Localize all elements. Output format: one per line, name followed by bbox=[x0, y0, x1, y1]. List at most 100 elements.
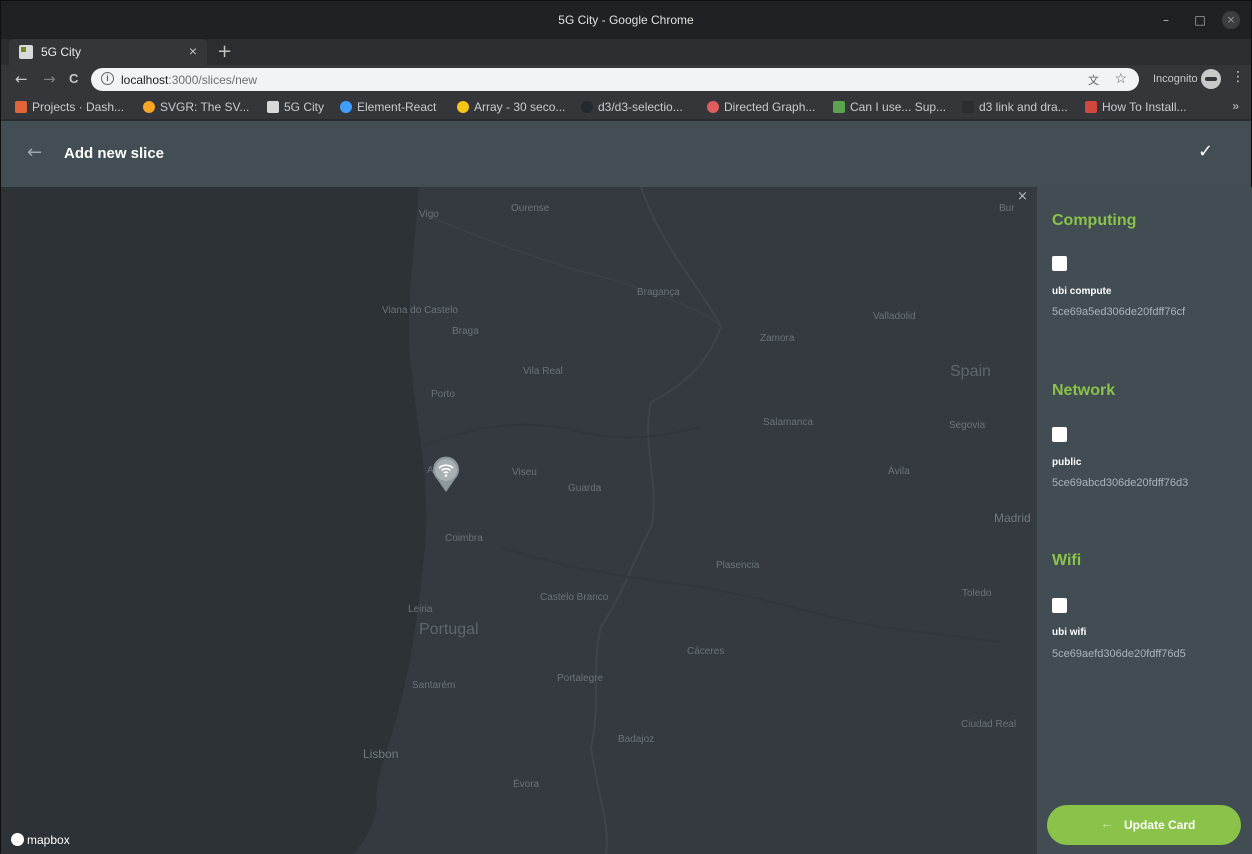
forward-arrow-icon[interactable]: → bbox=[43, 70, 56, 88]
window-title: 5G City - Google Chrome bbox=[558, 13, 694, 27]
map-place-label: Ourense bbox=[511, 203, 550, 214]
translate-icon[interactable]: 文 bbox=[1088, 72, 1099, 88]
wifi-marker-icon[interactable] bbox=[430, 455, 462, 493]
site-info-icon[interactable]: i bbox=[101, 72, 114, 85]
river bbox=[420, 423, 702, 448]
bookmark-star-icon[interactable]: ☆ bbox=[1114, 70, 1127, 87]
browser-window: 5G City - Google Chrome – □ × 5G City × … bbox=[0, 0, 1252, 854]
blank-page-icon bbox=[962, 101, 974, 113]
resource-id: 5ce69aefd306de20fdff76d5 bbox=[1052, 648, 1186, 660]
map-place-label: Zamora bbox=[760, 333, 795, 344]
close-window-button[interactable]: × bbox=[1222, 11, 1240, 29]
bookmark-item[interactable]: Can I use... Sup... bbox=[833, 100, 946, 114]
map-place-label: Plasencia bbox=[716, 560, 760, 571]
bookmark-item[interactable]: Array - 30 seco... bbox=[457, 100, 565, 114]
map-place-label: Leiria bbox=[408, 604, 433, 615]
github-icon bbox=[581, 101, 593, 113]
map-place-label: Valladolid bbox=[873, 311, 916, 322]
tab-label: 5G City bbox=[41, 45, 82, 59]
checkbox-ubi-wifi[interactable] bbox=[1052, 598, 1067, 613]
address-bar[interactable]: i localhost:3000/slices/new 文 ☆ bbox=[91, 68, 1139, 91]
arrow-left-icon: ← bbox=[1100, 815, 1114, 831]
map-place-label: Bur bbox=[999, 203, 1015, 214]
map-place-label: Porto bbox=[431, 389, 455, 400]
checkbox-public[interactable] bbox=[1052, 427, 1067, 442]
site-favicon-icon bbox=[19, 45, 33, 59]
bookmark-item[interactable]: SVGR: The SV... bbox=[143, 100, 249, 114]
incognito-label: Incognito bbox=[1153, 73, 1198, 85]
map-view[interactable]: × Vigo Ourense Bur Bragança Viana do Cas… bbox=[1, 187, 1037, 854]
map-place-label: Braga bbox=[452, 326, 479, 337]
graph-icon bbox=[707, 101, 719, 113]
map-place-label: Ávila bbox=[888, 466, 910, 477]
resource-id: 5ce69a5ed306de20fdff76cf bbox=[1052, 306, 1186, 318]
update-card-label: Update Card bbox=[1124, 818, 1196, 832]
new-tab-button[interactable]: + bbox=[217, 41, 232, 62]
confirm-check-icon[interactable]: ✓ bbox=[1198, 141, 1213, 162]
section-title-wifi: Wifi bbox=[1052, 552, 1082, 569]
map-place-label: Portugal bbox=[419, 621, 479, 638]
resource-id: 5ce69abcd306de20fdff76d3 bbox=[1052, 477, 1189, 489]
map-close-icon[interactable]: × bbox=[1017, 189, 1028, 204]
tab-5g-city[interactable]: 5G City × bbox=[9, 39, 207, 65]
map-place-label: Castelo Branco bbox=[540, 592, 609, 603]
section-title-network: Network bbox=[1052, 382, 1116, 399]
checkbox-ubi-compute[interactable] bbox=[1052, 256, 1067, 271]
map-place-label: Lisbon bbox=[363, 747, 399, 761]
map-place-label: Vigo bbox=[419, 209, 439, 220]
map-place-label: Salamanca bbox=[763, 417, 814, 428]
reload-icon[interactable]: C bbox=[69, 71, 78, 86]
map-place-label: Viana do Castelo bbox=[382, 305, 458, 316]
map-place-label: Vila Real bbox=[523, 366, 563, 377]
map-place-label: Bragança bbox=[637, 287, 680, 298]
map-place-label: Spain bbox=[950, 363, 991, 380]
title-bar: 5G City - Google Chrome – □ × bbox=[1, 1, 1251, 39]
bookmarks-bar: Projects · Dash... SVGR: The SV... 5G Ci… bbox=[1, 95, 1251, 120]
mapbox-logo[interactable]: mapbox bbox=[11, 833, 70, 847]
update-card-button[interactable]: ← Update Card bbox=[1047, 805, 1241, 845]
info-badge-icon bbox=[457, 101, 469, 113]
bookmark-item[interactable]: 5G City bbox=[267, 100, 324, 114]
doc-icon bbox=[1085, 101, 1097, 113]
bookmark-item[interactable]: d3/d3-selectio... bbox=[581, 100, 683, 114]
map-place-label: Ciudad Real bbox=[961, 719, 1017, 730]
bookmark-item[interactable]: Element-React bbox=[340, 100, 436, 114]
slice-options-panel: Computing ubi compute 5ce69a5ed306de20fd… bbox=[1037, 187, 1252, 854]
minimize-button[interactable]: – bbox=[1157, 11, 1175, 29]
map-place-label: Évora bbox=[513, 779, 540, 790]
browser-menu-icon[interactable]: ⋮ bbox=[1231, 69, 1245, 85]
bookmark-item[interactable]: d3 link and dra... bbox=[962, 100, 1068, 114]
page-title: Add new slice bbox=[64, 145, 165, 162]
url-host: localhost bbox=[121, 73, 169, 87]
more-bookmarks-icon[interactable]: » bbox=[1232, 99, 1239, 113]
map-place-label: Viseu bbox=[512, 467, 537, 478]
browser-toolbar: ← → C i localhost:3000/slices/new 文 ☆ In… bbox=[1, 65, 1251, 95]
map-place-label: Madrid bbox=[994, 511, 1031, 525]
map-place-label: Badajoz bbox=[618, 734, 655, 745]
caniuse-icon bbox=[833, 101, 845, 113]
eye-icon bbox=[143, 101, 155, 113]
mapbox-icon bbox=[11, 833, 24, 846]
bookmark-item[interactable]: How To Install... bbox=[1085, 100, 1186, 114]
back-arrow-icon[interactable]: ← bbox=[27, 142, 42, 163]
wifi-marker-shape bbox=[433, 456, 459, 492]
map-place-label: Cáceres bbox=[687, 646, 725, 657]
back-arrow-icon[interactable]: ← bbox=[15, 70, 28, 88]
map-place-label: Segovia bbox=[949, 420, 986, 431]
bookmark-item[interactable]: Projects · Dash... bbox=[15, 100, 124, 114]
site-favicon-icon bbox=[267, 101, 279, 113]
map-place-label: Santarém bbox=[412, 680, 456, 691]
maximize-button[interactable]: □ bbox=[1191, 11, 1209, 29]
bookmark-item[interactable]: Directed Graph... bbox=[707, 100, 815, 114]
map-place-label: Coimbra bbox=[445, 533, 483, 544]
tab-close-icon[interactable]: × bbox=[189, 43, 197, 59]
section-title-computing: Computing bbox=[1052, 212, 1137, 229]
incognito-icon[interactable] bbox=[1201, 69, 1221, 89]
map-canvas bbox=[1, 187, 1002, 854]
map-place-label: Guarda bbox=[568, 483, 602, 494]
map-place-label: Toledo bbox=[962, 588, 992, 599]
country-border bbox=[430, 216, 722, 328]
resource-name: ubi wifi bbox=[1052, 627, 1087, 638]
element-icon bbox=[340, 101, 352, 113]
resource-name: ubi compute bbox=[1052, 286, 1112, 297]
